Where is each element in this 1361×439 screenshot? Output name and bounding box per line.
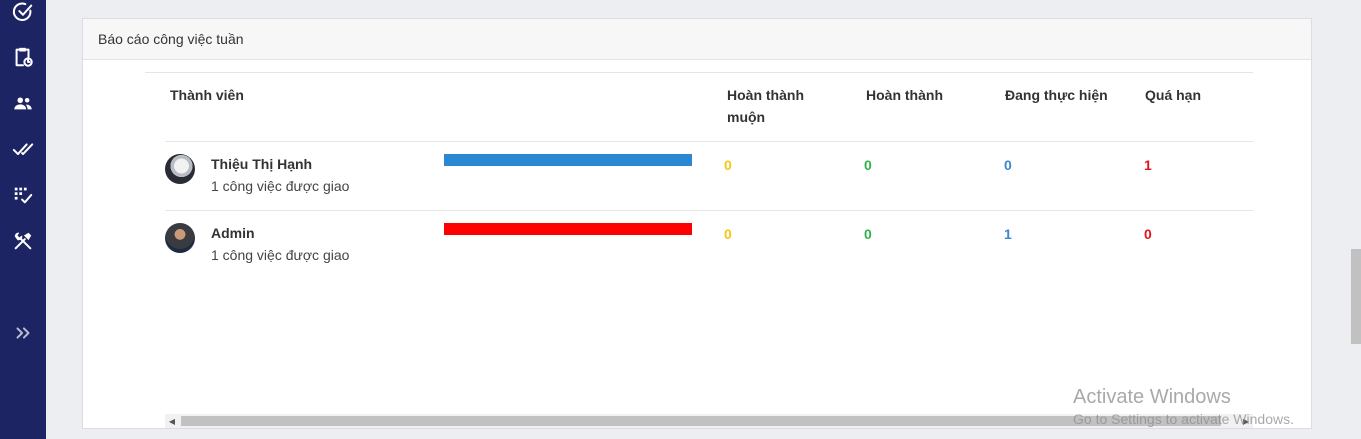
- column-header-done: Hoàn thành: [866, 87, 943, 103]
- overdue-count: 0: [1144, 226, 1152, 242]
- in-progress-count: 0: [1004, 157, 1012, 173]
- scroll-left-arrow-icon[interactable]: ◀: [165, 414, 179, 428]
- card-title: Báo cáo công việc tuần: [98, 31, 244, 47]
- overdue-count: 1: [1144, 157, 1152, 173]
- avatar: [165, 154, 195, 184]
- clipboard-clock-icon[interactable]: [11, 45, 35, 69]
- column-header-late-done-line2: muộn: [727, 109, 766, 125]
- double-check-icon[interactable]: [11, 137, 35, 161]
- horizontal-scrollbar-thumb[interactable]: [181, 416, 1221, 426]
- member-name[interactable]: Admin: [211, 225, 255, 241]
- late-done-count: 0: [724, 157, 732, 173]
- row-divider: [165, 141, 1253, 142]
- done-count: 0: [864, 226, 872, 242]
- progress-bar: [444, 223, 692, 235]
- activate-windows-subtitle: Go to Settings to activate Windows.: [1073, 411, 1294, 427]
- vertical-scrollbar-thumb[interactable]: [1351, 249, 1361, 344]
- member-name[interactable]: Thiệu Thị Hạnh: [211, 156, 312, 172]
- card-header: Báo cáo công việc tuần: [83, 19, 1311, 60]
- sidebar: [0, 0, 46, 439]
- weekly-report-card: Báo cáo công việc tuần Thành viên Hoàn t…: [82, 18, 1312, 429]
- done-count: 0: [864, 157, 872, 173]
- late-done-count: 0: [724, 226, 732, 242]
- in-progress-count: 1: [1004, 226, 1012, 242]
- check-circle-icon[interactable]: [11, 0, 35, 24]
- member-task-count: 1 công việc được giao: [211, 178, 350, 194]
- avatar: [165, 223, 195, 253]
- column-header-member: Thành viên: [170, 87, 244, 103]
- column-header-late-done: Hoàn thành muộn: [727, 84, 804, 128]
- grid-check-icon[interactable]: [11, 183, 35, 207]
- progress-bar: [444, 154, 692, 166]
- member-task-count: 1 công việc được giao: [211, 247, 350, 263]
- double-chevron-right-icon[interactable]: [11, 321, 35, 345]
- column-header-late-done-line1: Hoàn thành: [727, 87, 804, 103]
- tools-icon[interactable]: [11, 229, 35, 253]
- table-top-divider: [145, 72, 1253, 73]
- row-divider: [165, 210, 1253, 211]
- activate-windows-title: Activate Windows: [1073, 386, 1231, 408]
- column-header-in-progress: Đang thực hiện: [1005, 87, 1108, 103]
- users-icon[interactable]: [11, 91, 35, 115]
- column-header-overdue: Quá hạn: [1145, 87, 1202, 103]
